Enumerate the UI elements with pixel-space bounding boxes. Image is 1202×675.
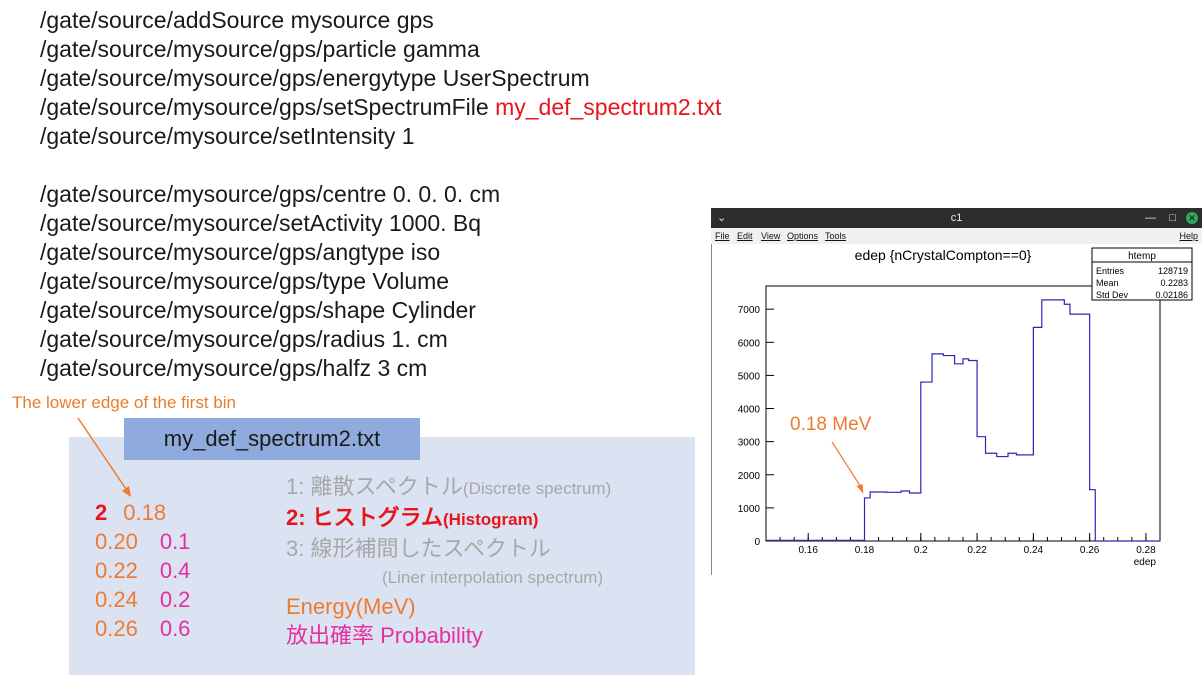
x-tick-label: 0.16 [798,545,818,556]
y-tick-label: 7000 [738,305,761,316]
window-titlebar: ⌄ c1 — □ ✕ [711,208,1202,228]
x-tick-label: 0.28 [1136,545,1156,556]
stats-label: Std Dev [1096,290,1129,300]
chart-title: edep {nCrystalCompton==0} [855,247,1032,263]
histogram-bin [1064,304,1070,541]
histogram-bin [1042,300,1065,541]
histogram-bin [901,491,909,541]
cmd-line: /gate/source/mysource/gps/shape Cylinder [40,297,476,323]
window-title: c1 [950,212,963,224]
histogram-bin [1008,453,1016,541]
annotation-arrow [831,441,863,489]
histogram-bin [1033,327,1041,541]
stats-value: 128719 [1158,266,1188,276]
histogram-bin [870,492,887,541]
annotation-arrowhead [856,483,864,494]
spectrum-row: 0.26 0.6 [95,616,191,641]
histogram-bin [977,437,985,541]
menu-options[interactable]: Options [787,228,818,244]
stats-label: Mean [1096,278,1119,288]
histogram-bin [910,493,921,541]
histogram-bin [1016,455,1033,541]
spectrum-file-title: my_def_spectrum2.txt [124,418,420,460]
cmd-line: /gate/source/mysource/gps/halfz 3 cm [40,355,428,381]
histogram-bin [766,540,865,541]
histogram-bin [865,498,871,541]
menu-view[interactable]: View [761,228,780,244]
x-tick-label: 0.22 [967,545,987,556]
legend-mode1: 1: 離散スペクトル(Discrete spectrum) [286,474,612,499]
cmd-line: /gate/source/mysource/gps/particle gamma [40,36,480,62]
x-tick-label: 0.26 [1080,545,1100,556]
y-tick-label: 0 [754,537,760,548]
spectrum-row: 0.20 0.1 [95,529,191,554]
y-tick-label: 2000 [738,471,761,482]
cmd-line: /gate/source/mysource/gps/energytype Use… [40,65,590,91]
legend-mode2: 2: ヒストグラム(Histogram) [286,505,539,530]
legend-mode3: 3: 線形補間したスペクトル [286,536,551,561]
x-tick-label: 0.24 [1024,545,1044,556]
histogram-bin [955,364,963,541]
y-tick-label: 4000 [738,405,761,416]
histogram-bin [1090,490,1096,541]
legend-mode3-en: (Liner interpolation spectrum) [382,568,604,587]
x-tick-label: 0.2 [914,545,928,556]
spectrum-values: 2 0.18 0.20 0.1 0.22 0.4 0.24 0.2 0.26 0.6 [95,498,190,643]
legend-energy: Energy(MeV) [286,594,416,619]
x-tick-label: 0.18 [855,545,875,556]
histogram-bin [986,453,997,541]
stats-title: htemp [1128,251,1156,262]
y-tick-label: 6000 [738,338,761,349]
spectrum-header-row: 2 0.18 [95,498,190,527]
cmd-line: /gate/source/mysource/gps/type Volume [40,268,450,294]
histogram-bin [943,356,954,541]
cmd-line: /gate/source/addSource mysource gps [40,7,434,33]
menu-bar: File Edit View Options Tools Help [711,228,1202,244]
close-icon[interactable]: ✕ [1186,212,1198,224]
y-tick-label: 1000 [738,504,761,515]
x-axis-label: edep [1134,557,1157,568]
cmd-line: /gate/source/mysource/gps/centre 0. 0. 0… [40,181,501,207]
cmd-line: /gate/source/mysource/gps/angtype iso [40,239,441,265]
y-tick-label: 3000 [738,438,761,449]
menu-file[interactable]: File [715,228,730,244]
root-canvas-window: ⌄ c1 — □ ✕ File Edit View Options Tools … [711,208,1202,575]
gate-commands: /gate/source/addSource mysource gps /gat… [40,6,721,383]
histogram-bin [921,382,932,541]
stats-value: 0.2283 [1160,278,1188,288]
histogram-chart: edep {nCrystalCompton==0} 0 1000 2000 3000 40… [738,247,1193,568]
stats-value: 0.02186 [1155,290,1188,300]
cmd-line: /gate/source/mysource/setIntensity 1 [40,123,415,149]
cmd-line: /gate/source/mysource/gps/radius 1. cm [40,326,448,352]
legend-probability: 放出確率 Probability [286,623,483,648]
minimize-icon[interactable]: — [1145,208,1156,228]
histogram-bin [997,457,1008,541]
stats-label: Entries [1096,266,1125,276]
histogram-bin [932,354,943,541]
spectrum-row: 0.24 0.2 [95,587,191,612]
histogram-bin [969,361,977,541]
first-bin-annotation: The lower edge of the first bin [12,393,236,412]
y-tick-label: 5000 [738,371,761,382]
spectrum-row: 0.22 0.4 [95,558,191,583]
spectrum-mode: 2 [95,500,108,525]
cmd-line: /gate/source/mysource/gps/setSpectrumFil… [40,94,722,120]
menu-tools[interactable]: Tools [825,228,846,244]
menu-edit[interactable]: Edit [737,228,753,244]
first-edge-value: 0.18 [123,500,167,525]
annotation-label: 0.18 MeV [790,414,872,435]
histogram-bin [1070,314,1090,541]
spectrum-legend: 1: 離散スペクトル(Discrete spectrum) 2: ヒストグラム(… [286,472,611,650]
plot-canvas[interactable]: edep {nCrystalCompton==0} 0 1000 2000 3000 40… [711,244,1202,575]
cmd-line: /gate/source/mysource/setActivity 1000. … [40,210,482,236]
spectrum-filename-highlight: my_def_spectrum2.txt [495,94,722,120]
histogram-bin [963,359,969,541]
maximize-icon[interactable]: □ [1169,208,1176,228]
histogram-bin [887,492,901,541]
menu-help[interactable]: Help [1179,228,1198,244]
